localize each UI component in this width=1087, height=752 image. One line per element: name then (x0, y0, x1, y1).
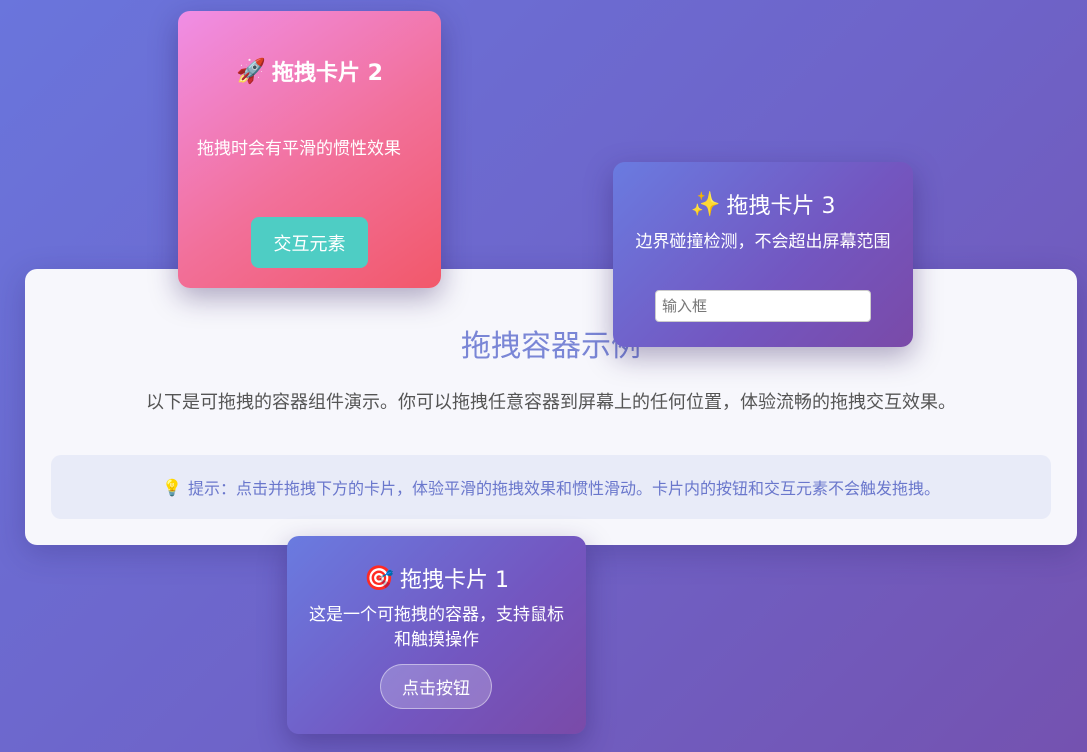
drag-card-2[interactable]: 🚀 拖拽卡片 2 拖拽时会有平滑的惯性效果 交互元素 (178, 11, 441, 288)
container-description: 以下是可拖拽的容器组件演示。你可以拖拽任意容器到屏幕上的任何位置，体验流畅的拖拽… (146, 392, 956, 413)
card-1-title-text: 拖拽卡片 1 (400, 568, 509, 593)
card-3-input[interactable] (655, 290, 871, 322)
drag-card-1[interactable]: 🎯 拖拽卡片 1 这是一个可拖拽的容器，支持鼠标和触摸操作 点击按钮 (287, 536, 586, 734)
rocket-icon: 🚀 (236, 57, 266, 85)
drag-card-3[interactable]: ✨ 拖拽卡片 3 边界碰撞检测，不会超出屏幕范围 (613, 162, 913, 347)
card-3-description: 边界碰撞检测，不会超出屏幕范围 (635, 232, 891, 252)
card-2-title-text: 拖拽卡片 2 (272, 61, 383, 86)
interactive-element-button[interactable]: 交互元素 (251, 217, 368, 268)
lightbulb-icon: 💡 (162, 477, 182, 497)
sparkles-icon: ✨ (690, 190, 721, 218)
tip-box: 💡 提示：点击并拖拽下方的卡片，体验平滑的拖拽效果和惯性滑动。卡片内的按钮和交互… (51, 455, 1051, 519)
drag-container-panel: 拖拽容器示例 以下是可拖拽的容器组件演示。你可以拖拽任意容器到屏幕上的任何位置，… (25, 269, 1077, 545)
card-3-title: ✨ 拖拽卡片 3 (613, 188, 913, 220)
card-1-description: 这是一个可拖拽的容器，支持鼠标和触摸操作 (309, 605, 564, 650)
tip-text: 提示：点击并拖拽下方的卡片，体验平滑的拖拽效果和惯性滑动。卡片内的按钮和交互元素… (187, 479, 940, 498)
card-2-description: 拖拽时会有平滑的惯性效果 (197, 139, 401, 159)
container-title: 拖拽容器示例 (461, 329, 641, 364)
card-2-title: 🚀 拖拽卡片 2 (178, 55, 441, 87)
card-1-title: 🎯 拖拽卡片 1 (287, 562, 586, 594)
card-3-title-text: 拖拽卡片 3 (726, 194, 836, 219)
target-icon: 🎯 (364, 564, 394, 592)
click-button[interactable]: 点击按钮 (380, 664, 492, 709)
